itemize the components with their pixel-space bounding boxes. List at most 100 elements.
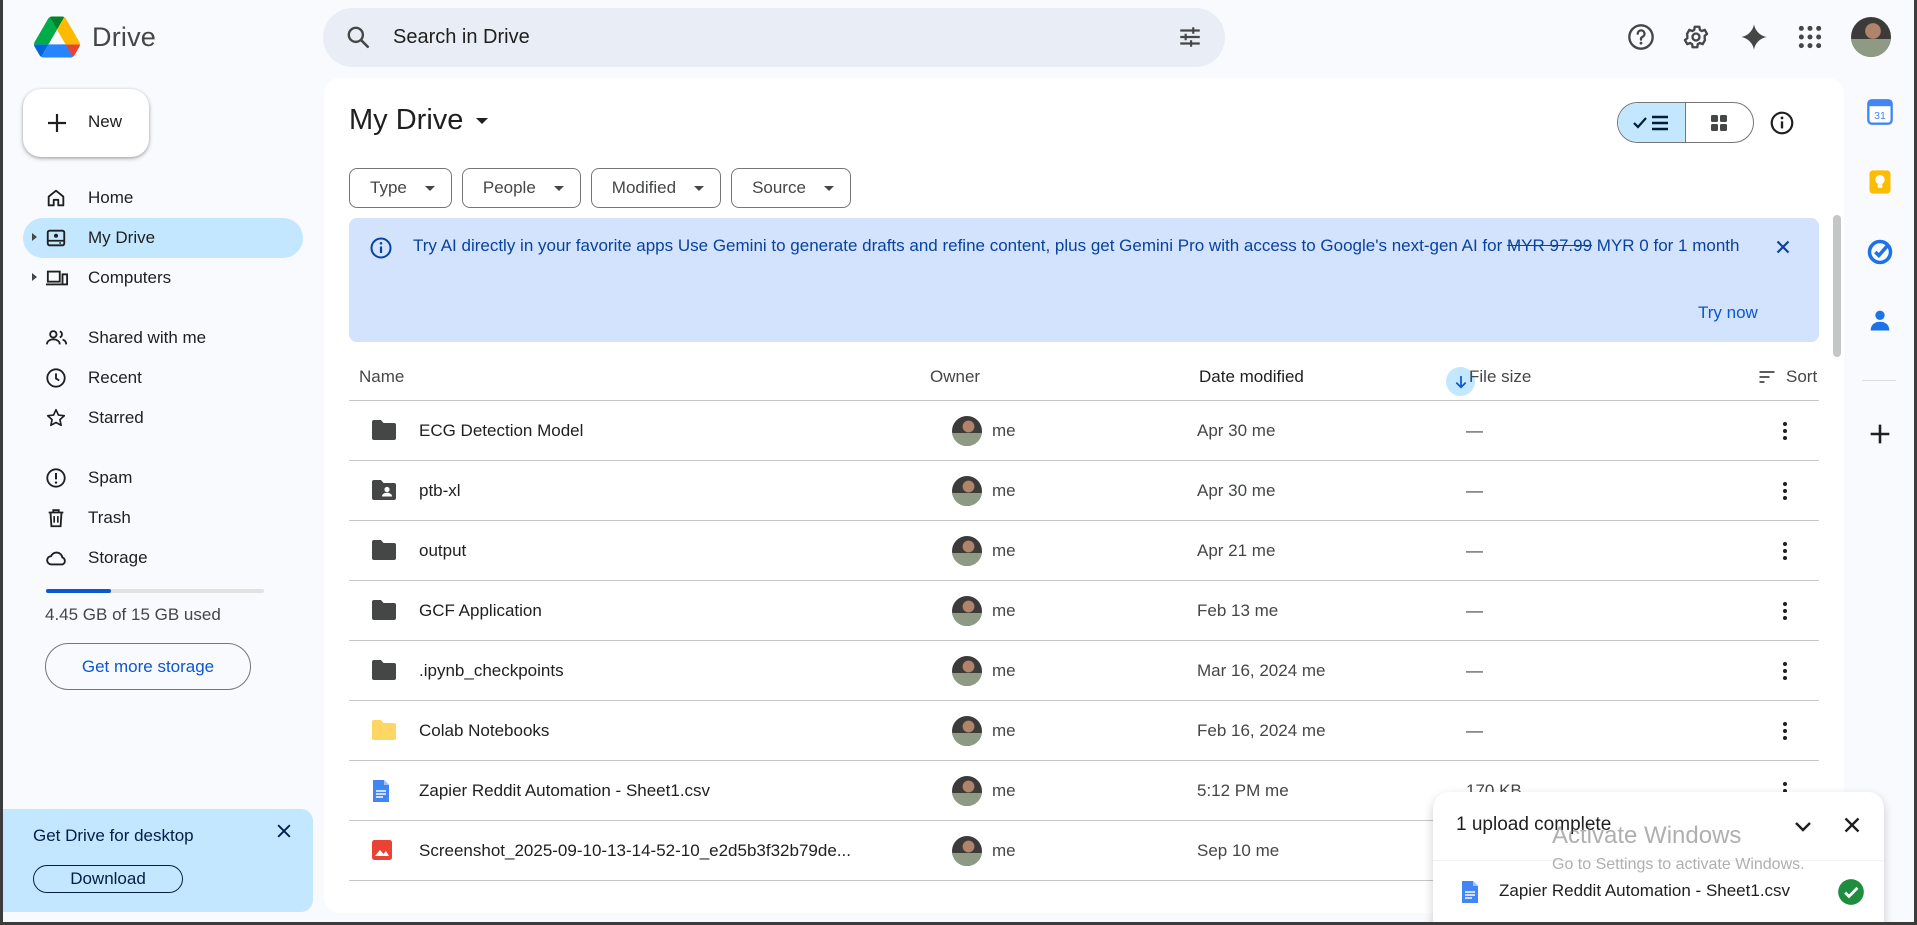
sidebar-item-label: My Drive (88, 228, 156, 247)
expand-caret-icon[interactable] (32, 233, 37, 241)
sidebar-item-recent[interactable]: Recent (23, 358, 303, 398)
more-actions-icon[interactable] (1773, 539, 1797, 563)
search-bar[interactable]: Search in Drive (323, 8, 1225, 67)
folder-icon (371, 659, 397, 681)
gemini-sparkle-icon[interactable] (1734, 17, 1774, 57)
page-title[interactable]: My Drive (349, 104, 489, 137)
close-icon[interactable] (1839, 812, 1865, 838)
sort-button[interactable]: Sort (1786, 367, 1817, 387)
column-owner[interactable]: Owner (930, 367, 980, 387)
sidebar-item-trash[interactable]: Trash (23, 498, 303, 538)
search-options-icon[interactable] (1177, 24, 1203, 50)
column-date-modified[interactable]: Date modified (1199, 367, 1304, 387)
table-row[interactable]: output me Apr 21 me — (349, 521, 1819, 581)
download-button[interactable]: Download (33, 865, 183, 893)
column-file-size[interactable]: File size (1469, 367, 1531, 387)
sidebar-item-label: Spam (88, 468, 133, 487)
try-now-button[interactable]: Try now (1698, 303, 1758, 323)
plus-icon (45, 111, 69, 135)
table-row[interactable]: ptb-xl me Apr 30 me — (349, 461, 1819, 521)
file-name[interactable]: Colab Notebooks (419, 721, 549, 741)
sidebar-item-label: Home (88, 188, 134, 207)
close-icon[interactable] (1772, 236, 1794, 258)
contacts-icon[interactable] (1866, 306, 1894, 334)
filter-chip-type[interactable]: Type (349, 168, 452, 208)
main-content: My Drive Type People Modified Source Try… (324, 78, 1844, 913)
owner-name: me (992, 721, 1016, 740)
home-icon (45, 187, 67, 209)
owner-name: me (992, 841, 1016, 860)
table-row[interactable]: GCF Application me Feb 13 me — (349, 581, 1819, 641)
sidebar-item-label: Storage (88, 548, 148, 567)
expand-caret-icon[interactable] (32, 273, 37, 281)
info-icon[interactable] (1769, 110, 1795, 136)
more-actions-icon[interactable] (1773, 479, 1797, 503)
grid-view-button[interactable] (1686, 103, 1754, 142)
folder-icon (371, 719, 397, 741)
folder-icon (371, 419, 397, 441)
file-name[interactable]: ECG Detection Model (419, 421, 583, 441)
column-name[interactable]: Name (359, 367, 404, 387)
uploaded-file-name[interactable]: Zapier Reddit Automation - Sheet1.csv (1499, 881, 1790, 901)
date-modified: Mar 16, 2024 me (1197, 661, 1326, 680)
sidebar-item-shared-with-me[interactable]: Shared with me (23, 318, 303, 358)
more-actions-icon[interactable] (1773, 419, 1797, 443)
chevron-down-icon[interactable] (1791, 814, 1815, 838)
promo-title: Get Drive for desktop (33, 826, 194, 845)
file-name[interactable]: output (419, 541, 466, 561)
get-more-storage-button[interactable]: Get more storage (45, 643, 251, 690)
file-name[interactable]: GCF Application (419, 601, 542, 621)
scrollbar-thumb[interactable] (1833, 215, 1841, 357)
file-size: — (1466, 421, 1483, 440)
view-toggle[interactable] (1617, 102, 1754, 143)
table-row[interactable]: ECG Detection Model me Apr 30 me — (349, 401, 1819, 461)
more-actions-icon[interactable] (1773, 719, 1797, 743)
add-addon-plus-icon[interactable] (1866, 420, 1894, 448)
svg-text:31: 31 (1874, 110, 1886, 122)
tasks-icon[interactable] (1866, 238, 1894, 266)
settings-gear-icon[interactable] (1676, 17, 1716, 57)
file-name[interactable]: Zapier Reddit Automation - Sheet1.csv (419, 781, 710, 801)
drive-logo[interactable]: Drive (34, 16, 156, 58)
sidebar-item-spam[interactable]: Spam (23, 458, 303, 498)
sort-icon[interactable] (1757, 367, 1777, 387)
account-avatar[interactable] (1851, 17, 1891, 57)
filter-chip-people[interactable]: People (461, 168, 581, 208)
search-icon[interactable] (345, 24, 371, 50)
sidebar-item-starred[interactable]: Starred (23, 398, 303, 438)
sidebar-item-my-drive[interactable]: My Drive (23, 218, 303, 258)
date-modified: 5:12 PM me (1197, 781, 1289, 800)
list-view-button[interactable] (1618, 103, 1686, 142)
keep-icon[interactable] (1866, 168, 1894, 196)
sidebar-item-computers[interactable]: Computers (23, 258, 303, 298)
folder-icon (371, 599, 397, 621)
new-button[interactable]: New (23, 89, 149, 157)
clock-icon (45, 367, 67, 389)
sidebar-item-home[interactable]: Home (23, 178, 303, 218)
owner-avatar (952, 776, 982, 806)
search-input[interactable]: Search in Drive (393, 26, 530, 49)
banner-body: Use Gemini to generate drafts and refine… (677, 236, 1503, 255)
storage-progress-fill (46, 589, 111, 593)
more-actions-icon[interactable] (1773, 659, 1797, 683)
owner-name: me (992, 601, 1016, 620)
file-name[interactable]: Screenshot_2025-09-10-13-14-52-10_e2d5b3… (419, 841, 851, 861)
file-name[interactable]: ptb-xl (419, 481, 461, 501)
table-row[interactable]: Colab Notebooks me Feb 16, 2024 me — (349, 701, 1819, 761)
file-name[interactable]: .ipynb_checkpoints (419, 661, 564, 681)
banner-old-price: MYR 97.99 (1507, 236, 1593, 255)
sidebar-item-storage[interactable]: Storage (23, 538, 303, 578)
owner-avatar (952, 656, 982, 686)
shared-folder-icon (371, 479, 397, 501)
help-icon[interactable] (1621, 17, 1661, 57)
table-row[interactable]: .ipynb_checkpoints me Mar 16, 2024 me — (349, 641, 1819, 701)
filter-chip-source[interactable]: Source (731, 168, 851, 208)
chip-label: Source (752, 178, 806, 197)
filter-chip-modified[interactable]: Modified (590, 168, 722, 208)
more-actions-icon[interactable] (1773, 599, 1797, 623)
close-icon[interactable] (274, 821, 294, 841)
calendar-icon[interactable]: 31 (1866, 98, 1894, 126)
chip-dropdown-icon (694, 185, 705, 191)
chip-label: Modified (611, 178, 677, 197)
apps-grid-icon[interactable] (1790, 17, 1830, 57)
